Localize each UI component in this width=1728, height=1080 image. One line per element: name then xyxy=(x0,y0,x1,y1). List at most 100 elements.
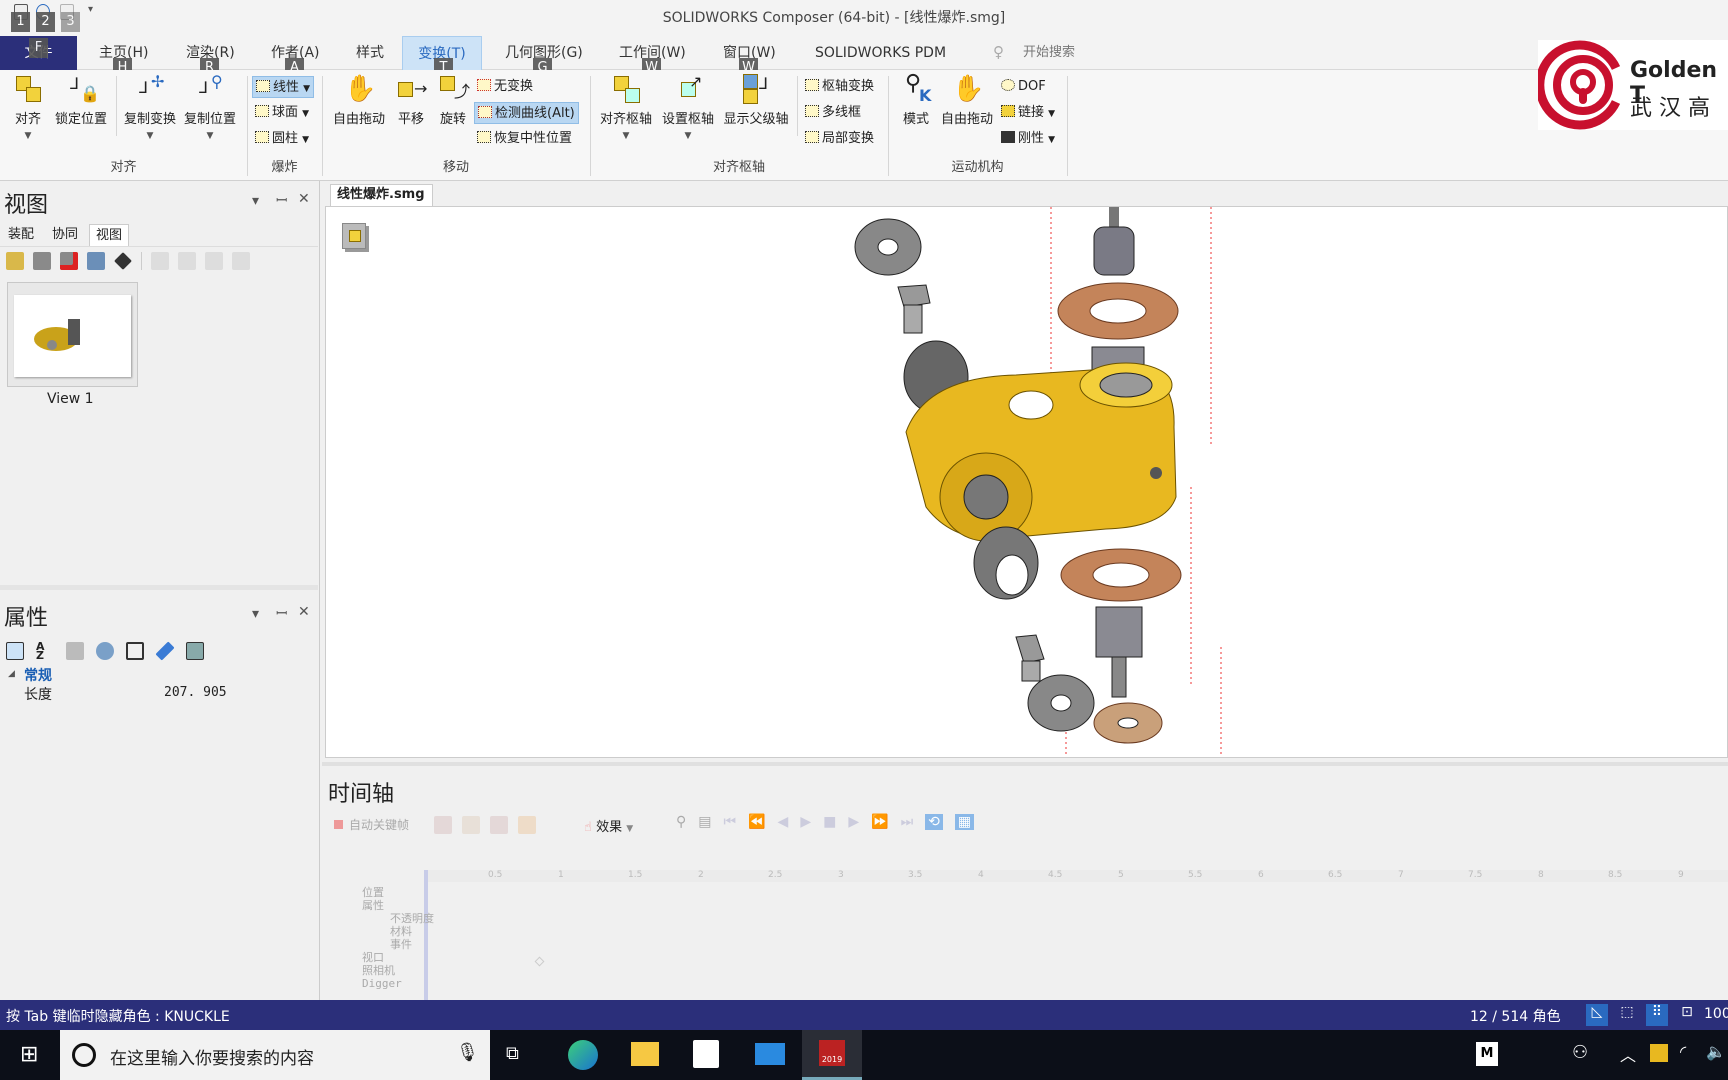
move-top-icon[interactable] xyxy=(205,252,223,270)
restore-neutral-button[interactable]: 恢复中性位置 xyxy=(474,128,575,150)
panel-menu-icon[interactable]: ▾ xyxy=(252,606,259,622)
track-position[interactable]: 位置 xyxy=(362,886,434,899)
tab-assembly[interactable]: 装配 xyxy=(2,224,40,246)
record-view-icon[interactable] xyxy=(60,252,78,270)
go-start-icon[interactable]: ⏮ xyxy=(724,814,737,830)
local-transform-button[interactable]: 局部变换 xyxy=(802,128,877,150)
dof-button[interactable]: DOF xyxy=(998,76,1049,98)
filter-icon[interactable]: ▦ xyxy=(954,814,975,830)
key-camera-icon[interactable] xyxy=(490,816,508,834)
move-up-icon[interactable] xyxy=(151,252,169,270)
update-view-icon[interactable] xyxy=(33,252,51,270)
track-digger[interactable]: Digger xyxy=(362,977,434,990)
property-group-general[interactable]: 常规 xyxy=(24,665,52,685)
add-property-icon[interactable] xyxy=(186,642,204,660)
show-hidden-icons-chevron-icon[interactable]: ︿ xyxy=(1620,1042,1636,1066)
panel-splitter[interactable] xyxy=(0,585,318,590)
list-icon[interactable]: ▤ xyxy=(698,814,711,830)
time-ruler[interactable]: 0.5 1 1.5 2 2.5 3 3.5 4 4.5 5 5.5 6 6.5 7 7.5 8 8.5 9 xyxy=(428,870,1728,882)
move-bottom-icon[interactable] xyxy=(232,252,250,270)
grid-icon[interactable]: ⠿ xyxy=(1646,1004,1668,1026)
track-camera[interactable]: 照相机 xyxy=(362,964,434,977)
tab-pdm[interactable]: SOLIDWORKS PDM xyxy=(809,36,952,70)
sync-properties-icon[interactable] xyxy=(96,642,114,660)
close-icon[interactable]: ✕ xyxy=(298,604,310,620)
edge-icon[interactable] xyxy=(568,1040,598,1070)
tab-collaboration[interactable]: 协同 xyxy=(46,224,84,246)
brush-icon[interactable] xyxy=(114,252,132,270)
microphone-icon[interactable]: 🎙 xyxy=(456,1042,479,1063)
reset-icon[interactable] xyxy=(126,642,144,660)
windows-start-icon[interactable]: ⊞ xyxy=(20,1042,38,1067)
track-event[interactable]: 事件 xyxy=(390,938,434,951)
multi-frame-button[interactable]: 多线框 xyxy=(802,102,864,124)
keyframe-icon[interactable] xyxy=(434,816,452,834)
rotate-button[interactable]: ⤴ 旋转 xyxy=(436,74,470,127)
pivot-transform-button[interactable]: 枢轴变换 xyxy=(802,76,877,98)
tab-styles[interactable]: 样式 xyxy=(350,36,390,70)
track-material[interactable]: 材料 xyxy=(390,925,434,938)
copy-position-button[interactable]: ⅃ ⚲ 复制位置 ▼ xyxy=(181,74,239,142)
rigid-button[interactable]: 刚性 ▼ xyxy=(998,128,1058,150)
collapse-icon[interactable]: ◢ xyxy=(8,669,15,679)
move-down-icon[interactable] xyxy=(178,252,196,270)
zoom-level[interactable]: 100 xyxy=(1704,1006,1728,1022)
show-parent-axis-button[interactable]: ⅃ 显示父级轴 xyxy=(720,74,792,127)
property-value[interactable]: 207. 905 xyxy=(164,685,227,700)
keyframe-marker[interactable] xyxy=(534,956,545,967)
cylinder-explode-button[interactable]: 圆柱 ▼ xyxy=(252,128,312,150)
set-pivot-button[interactable]: ↗ 设置枢轴 ▼ xyxy=(658,74,718,142)
ruler-icon[interactable]: ◺ xyxy=(1586,1004,1608,1026)
eyedropper-icon[interactable] xyxy=(155,641,175,661)
person-icon[interactable]: ⚲ xyxy=(676,814,686,830)
create-view-icon[interactable] xyxy=(6,252,24,270)
sort-alpha-icon[interactable]: AZ xyxy=(36,641,54,661)
effects-button[interactable]: ☝ 效果 ▼ xyxy=(584,816,633,835)
go-end-icon[interactable]: ⏭ xyxy=(901,814,914,830)
3d-viewport[interactable] xyxy=(325,206,1728,758)
people-icon[interactable]: ⚇ xyxy=(1572,1042,1588,1063)
tell-me-search[interactable]: 开始搜索 xyxy=(1017,36,1081,70)
play-icon[interactable]: ▶ xyxy=(800,814,811,830)
categorized-icon[interactable] xyxy=(6,642,24,660)
track-opacity[interactable]: 不透明度 xyxy=(390,912,434,925)
link-button[interactable]: 链接 ▼ xyxy=(998,102,1058,124)
sphere-explode-button[interactable]: 球面 ▼ xyxy=(252,102,312,124)
auto-keyframe-button[interactable]: 自动关键帧 xyxy=(334,816,409,833)
pin-icon[interactable]: ꟷ xyxy=(276,191,287,210)
track-properties[interactable]: 属性 xyxy=(362,899,434,912)
refresh-view-icon[interactable] xyxy=(87,252,105,270)
pin-icon[interactable]: ꟷ xyxy=(276,604,287,623)
tray-app-icon[interactable] xyxy=(1650,1044,1668,1062)
document-tab[interactable]: 线性爆炸.smg xyxy=(330,184,433,206)
stop-icon[interactable]: ■ xyxy=(823,814,836,830)
volume-icon[interactable]: 🔈 xyxy=(1706,1042,1726,1061)
copy-properties-icon[interactable] xyxy=(66,642,84,660)
mode-button[interactable]: ⚲ K 模式 xyxy=(898,73,934,128)
no-transform-button[interactable]: 无变换 xyxy=(474,76,536,98)
wifi-icon[interactable]: ◜ xyxy=(1680,1042,1686,1061)
next-key-icon[interactable]: ⏩ xyxy=(871,814,888,830)
track-viewport[interactable]: 视口 xyxy=(362,951,434,964)
linear-explode-button[interactable]: 线性 ▼ xyxy=(252,76,315,98)
align-pivot-button[interactable]: 对齐枢轴 ▼ xyxy=(596,74,656,141)
loop-icon[interactable]: ⟲ xyxy=(925,814,943,830)
align-button[interactable]: 对齐 ▼ xyxy=(10,74,46,141)
detect-curve-button[interactable]: 检测曲线(Alt) xyxy=(474,102,579,124)
task-view-icon[interactable]: ⧉ xyxy=(506,1043,519,1064)
translate-button[interactable]: → 平移 xyxy=(394,74,428,128)
solidworks-composer-taskbar-button[interactable]: 2019 xyxy=(802,1030,862,1080)
lock-position-button[interactable]: ⅃ 🔒 锁定位置 xyxy=(51,74,111,128)
step-back-icon[interactable]: ◀ xyxy=(778,814,789,830)
panel-menu-icon[interactable]: ▾ xyxy=(252,193,259,209)
fit-view-icon[interactable]: ⊡ xyxy=(1676,1004,1698,1026)
ime-indicator[interactable]: M xyxy=(1476,1042,1498,1066)
tab-views[interactable]: 视图 xyxy=(89,224,130,246)
key-transform-icon[interactable] xyxy=(462,816,480,834)
copy-transform-button[interactable]: ⅃ ✢ 复制变换 ▼ xyxy=(121,74,179,142)
file-explorer-icon[interactable] xyxy=(631,1042,659,1066)
view-thumbnail[interactable] xyxy=(7,282,138,387)
free-drag-button[interactable]: ✋ 自由拖动 xyxy=(328,74,390,127)
perspective-icon[interactable]: ⬚ xyxy=(1616,1004,1638,1026)
mail-icon[interactable] xyxy=(755,1043,785,1065)
